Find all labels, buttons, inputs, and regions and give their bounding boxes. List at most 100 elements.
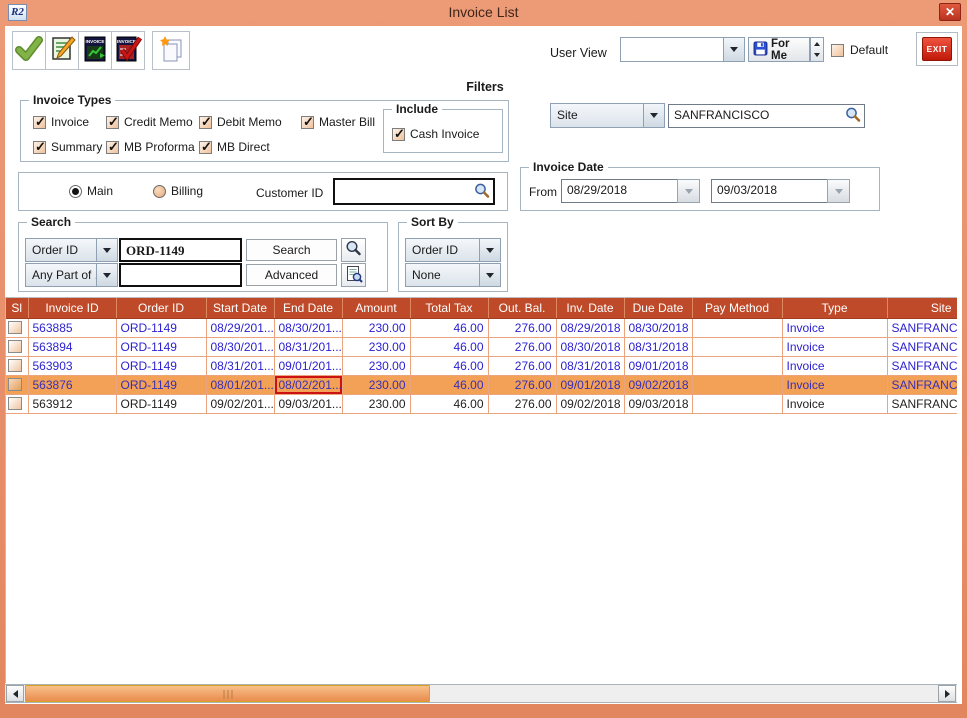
cell-invoice-id[interactable]: 563885 xyxy=(28,318,116,337)
cell-order-id[interactable]: ORD-1149 xyxy=(116,394,206,413)
chevron-down-icon[interactable] xyxy=(479,239,500,261)
cell-end-date[interactable]: 08/30/201... xyxy=(274,318,342,337)
row-select-cell[interactable] xyxy=(6,356,28,375)
invoice-verify-button[interactable]: INVOICE xyxy=(111,31,145,70)
master-bill-checkbox-item[interactable]: Master Bill xyxy=(301,115,375,129)
radio-unselected-icon[interactable] xyxy=(153,185,166,198)
cell-due-date[interactable]: 09/03/2018 xyxy=(624,394,692,413)
cell-order-id[interactable]: ORD-1149 xyxy=(116,318,206,337)
cell-type[interactable]: Invoice xyxy=(782,356,887,375)
search-query-input[interactable]: ORD-1149 xyxy=(119,238,242,262)
column-header-total-tax[interactable]: Total Tax xyxy=(410,298,488,318)
cell-type[interactable]: Invoice xyxy=(782,375,887,394)
checkbox-checked-icon[interactable] xyxy=(199,141,212,154)
default-checkbox-item[interactable]: Default xyxy=(831,43,888,57)
copy-button[interactable] xyxy=(152,31,190,70)
column-header-inv-date[interactable]: Inv. Date xyxy=(556,298,624,318)
cell-due-date[interactable]: 09/02/2018 xyxy=(624,375,692,394)
invoice-row[interactable]: 563903ORD-114908/31/201...09/01/201...23… xyxy=(6,356,957,375)
billing-radio-item[interactable]: Billing xyxy=(153,184,203,198)
spinner-up-icon[interactable] xyxy=(811,38,823,49)
row-checkbox-unchecked-icon[interactable] xyxy=(8,397,22,410)
chevron-down-icon[interactable] xyxy=(96,264,117,286)
cell-site[interactable]: SANFRANCISCO xyxy=(887,318,957,337)
search-lookup-button[interactable] xyxy=(341,238,366,262)
column-header-out-bal[interactable]: Out. Bal. xyxy=(488,298,556,318)
search-mode-query-input[interactable] xyxy=(119,263,242,287)
column-header-amount[interactable]: Amount xyxy=(342,298,410,318)
cell-site[interactable]: SANFRANCISCO xyxy=(887,356,957,375)
search-icon[interactable] xyxy=(474,182,490,201)
from-date-dropdown-button[interactable] xyxy=(677,179,700,203)
close-button[interactable]: ✕ xyxy=(939,3,961,21)
cell-out-bal[interactable]: 276.00 xyxy=(488,356,556,375)
cell-total-tax[interactable]: 46.00 xyxy=(410,394,488,413)
cell-amount[interactable]: 230.00 xyxy=(342,318,410,337)
debit-memo-checkbox-item[interactable]: Debit Memo xyxy=(199,115,282,129)
cell-inv-date[interactable]: 09/02/2018 xyxy=(556,394,624,413)
row-select-cell[interactable] xyxy=(6,394,28,413)
column-header-type[interactable]: Type xyxy=(782,298,887,318)
cell-total-tax[interactable]: 46.00 xyxy=(410,375,488,394)
cell-out-bal[interactable]: 276.00 xyxy=(488,394,556,413)
mb-direct-checkbox-item[interactable]: MB Direct xyxy=(199,140,270,154)
checkbox-checked-icon[interactable] xyxy=(106,141,119,154)
scroll-left-button[interactable] xyxy=(6,685,24,702)
invoice-checkbox-item[interactable]: Invoice xyxy=(33,115,89,129)
spinner-down-icon[interactable] xyxy=(811,49,823,60)
cell-start-date[interactable]: 09/02/201... xyxy=(206,394,274,413)
cell-amount[interactable]: 230.00 xyxy=(342,394,410,413)
checkbox-checked-icon[interactable] xyxy=(392,128,405,141)
user-view-combobox[interactable] xyxy=(620,37,745,62)
column-header-due-date[interactable]: Due Date xyxy=(624,298,692,318)
invoice-row[interactable]: 563885ORD-114908/29/201...08/30/201...23… xyxy=(6,318,957,337)
column-header-site[interactable]: Site xyxy=(887,298,957,318)
cell-out-bal[interactable]: 276.00 xyxy=(488,318,556,337)
cell-total-tax[interactable]: 46.00 xyxy=(410,318,488,337)
sort-primary-combobox[interactable]: Order ID xyxy=(405,238,501,262)
cell-order-id[interactable]: ORD-1149 xyxy=(116,356,206,375)
search-button[interactable]: Search xyxy=(246,239,337,261)
to-date-input[interactable]: 09/03/2018 xyxy=(711,179,828,203)
title-bar[interactable]: R2 Invoice List ✕ xyxy=(0,0,967,26)
invoice-row[interactable]: 563912ORD-114909/02/201...09/03/201...23… xyxy=(6,394,957,413)
cell-pay-method[interactable] xyxy=(692,375,782,394)
row-select-cell[interactable] xyxy=(6,318,28,337)
summary-checkbox-item[interactable]: Summary xyxy=(33,140,102,154)
cell-start-date[interactable]: 08/31/201... xyxy=(206,356,274,375)
column-header-order-id[interactable]: Order ID xyxy=(116,298,206,318)
cell-total-tax[interactable]: 46.00 xyxy=(410,337,488,356)
invoice-row[interactable]: 563894ORD-114908/30/201...08/31/201...23… xyxy=(6,337,957,356)
cell-amount[interactable]: 230.00 xyxy=(342,356,410,375)
cell-order-id[interactable]: ORD-1149 xyxy=(116,375,206,394)
chevron-down-icon[interactable] xyxy=(479,264,500,286)
site-value-input[interactable]: SANFRANCISCO xyxy=(668,104,865,128)
cell-end-date[interactable]: 08/02/201... xyxy=(274,375,342,394)
cell-start-date[interactable]: 08/01/201... xyxy=(206,375,274,394)
checkbox-checked-icon[interactable] xyxy=(106,116,119,129)
cell-pay-method[interactable] xyxy=(692,394,782,413)
checkbox-checked-icon[interactable] xyxy=(33,116,46,129)
edit-invoice-button[interactable] xyxy=(45,31,79,70)
cell-start-date[interactable]: 08/29/201... xyxy=(206,318,274,337)
cell-end-date[interactable]: 09/03/201... xyxy=(274,394,342,413)
to-date-dropdown-button[interactable] xyxy=(827,179,850,203)
cell-end-date[interactable]: 08/31/201... xyxy=(274,337,342,356)
cell-pay-method[interactable] xyxy=(692,318,782,337)
cell-site[interactable]: SANFRANCISCO xyxy=(887,394,957,413)
invoice-report-button[interactable]: INVOICE xyxy=(78,31,112,70)
confirm-button[interactable] xyxy=(12,31,46,70)
cell-due-date[interactable]: 08/31/2018 xyxy=(624,337,692,356)
mb-proforma-checkbox-item[interactable]: MB Proforma xyxy=(106,140,195,154)
advanced-search-button[interactable] xyxy=(341,263,366,287)
row-select-cell[interactable] xyxy=(6,375,28,394)
column-header-sl[interactable]: Sl xyxy=(6,298,28,318)
cell-type[interactable]: Invoice xyxy=(782,394,887,413)
scroll-right-button[interactable] xyxy=(938,685,956,702)
column-header-end-date[interactable]: End Date xyxy=(274,298,342,318)
search-mode-combobox[interactable]: Any Part of ... xyxy=(25,263,118,287)
row-checkbox-unchecked-icon[interactable] xyxy=(8,321,22,334)
cell-out-bal[interactable]: 276.00 xyxy=(488,375,556,394)
row-checkbox-unchecked-icon[interactable] xyxy=(8,340,22,353)
checkbox-unchecked-icon[interactable] xyxy=(831,44,844,57)
